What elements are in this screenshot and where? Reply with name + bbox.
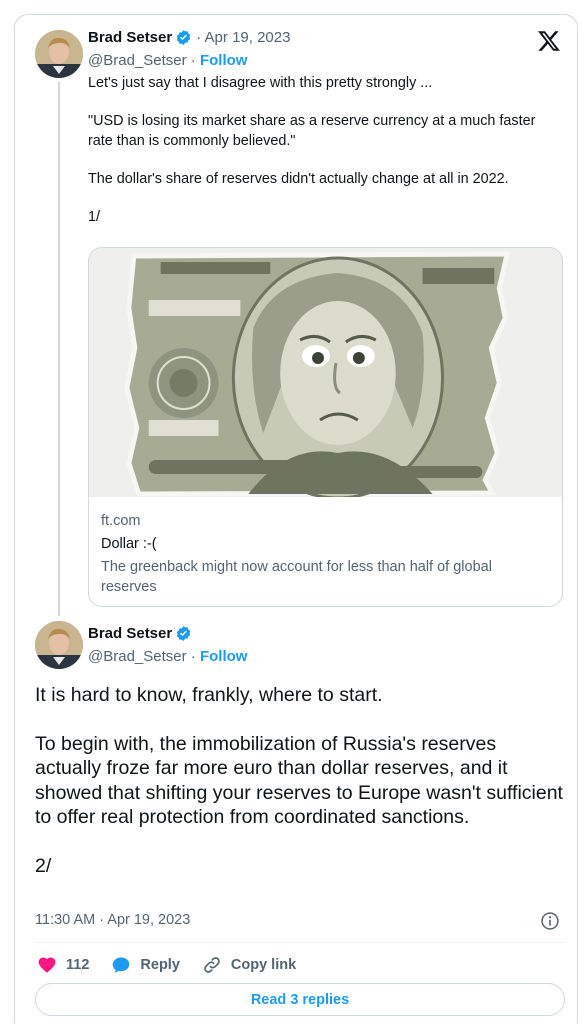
verified-badge-icon <box>176 30 191 45</box>
author-handle[interactable]: @Brad_Setser · <box>88 52 196 69</box>
link-domain: ft.com <box>101 513 141 529</box>
tweet-1-text: Let's just say that I disagree with this… <box>88 73 558 227</box>
tweet-date[interactable]: · Apr 19, 2023 <box>196 29 290 46</box>
link-preview-meta: ft.com Dollar :-( The greenback might no… <box>89 497 562 597</box>
tweet-2-line: It is hard to know, frankly, where to st… <box>35 684 383 706</box>
link-icon <box>204 957 220 973</box>
info-icon[interactable] <box>540 911 560 931</box>
link-description: The greenback might now account for less… <box>101 559 492 595</box>
author-name-row: Brad Setser <box>88 625 192 642</box>
avatar-image <box>35 621 83 669</box>
copy-link-label: Copy link <box>230 957 297 973</box>
read-replies-label: Read 3 replies <box>250 991 350 1008</box>
tweet-1-line: The dollar's share of reserves didn't ac… <box>88 171 509 187</box>
follow-link[interactable]: Follow <box>200 648 248 665</box>
link-title: Dollar :-( <box>101 536 157 552</box>
tweet-2-line: To begin with, the immobilization of Rus… <box>35 732 563 829</box>
follow-link[interactable]: Follow <box>200 52 248 69</box>
reply-label: Reply <box>140 957 180 973</box>
tweet-timestamp[interactable]: 11:30 AM · Apr 19, 2023 <box>35 912 190 928</box>
divider <box>35 942 565 943</box>
handle-row: @Brad_Setser · Follow <box>88 648 247 665</box>
banknote-image <box>89 248 562 497</box>
tweet-1-quote: "USD is losing its market share as a res… <box>88 113 536 149</box>
avatar[interactable] <box>35 621 83 669</box>
reply-button[interactable]: Reply <box>111 955 180 975</box>
x-logo-icon[interactable] <box>537 29 561 53</box>
copy-link-button[interactable]: Copy link <box>202 955 296 975</box>
author-name-row: Brad Setser · Apr 19, 2023 <box>88 29 290 46</box>
heart-icon <box>38 957 56 973</box>
action-bar: 112 Reply Copy link <box>37 953 318 977</box>
tweet-embed-card: Brad Setser · Apr 19, 2023 @Brad_Setser … <box>14 14 578 1024</box>
like-button[interactable]: 112 <box>37 955 89 975</box>
tweet-2-text: It is hard to know, frankly, where to st… <box>35 683 565 878</box>
author-name[interactable]: Brad Setser <box>88 29 172 46</box>
read-replies-button[interactable]: Read 3 replies <box>35 983 565 1016</box>
tweet-1-thread-marker: 1/ <box>88 209 101 225</box>
like-count: 112 <box>66 957 90 973</box>
author-name[interactable]: Brad Setser <box>88 625 172 642</box>
reply-bubble-icon <box>113 957 130 973</box>
avatar[interactable] <box>35 30 83 78</box>
tweet-2-thread-marker: 2/ <box>35 854 52 877</box>
link-preview-card[interactable]: ft.com Dollar :-( The greenback might no… <box>88 247 563 607</box>
author-handle[interactable]: @Brad_Setser · <box>88 648 196 665</box>
avatar-image <box>35 30 83 78</box>
tweet-1-line: Let's just say that I disagree with this… <box>88 75 433 91</box>
handle-row: @Brad_Setser · Follow <box>88 52 247 69</box>
thread-connector-line <box>58 82 60 616</box>
verified-badge-icon <box>176 626 191 641</box>
